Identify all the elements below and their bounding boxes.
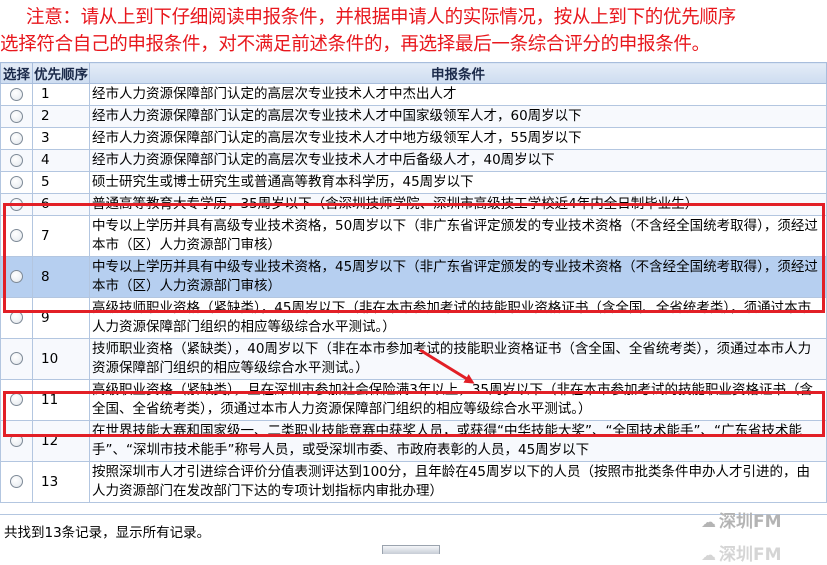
radio-button[interactable] <box>10 109 23 123</box>
select-cell[interactable] <box>0 149 33 172</box>
conditions-table: 选择 优先顺序 申报条件 1 经市人力资源保障部门认定的高层次专业技术人才中杰出… <box>0 62 827 503</box>
select-cell[interactable] <box>0 379 33 421</box>
select-cell[interactable] <box>0 297 33 339</box>
priority-cell: 2 <box>32 105 90 128</box>
condition-cell: 普通高等教育大专学历，35周岁以下（含深圳技师学院、深圳市高级技工学校近4年内全… <box>89 193 827 216</box>
select-cell[interactable] <box>0 215 33 257</box>
radio-button[interactable] <box>10 270 23 283</box>
table-row[interactable]: 12 在世界技能大赛和国家级一、二类职业技能竞赛中获奖人员，或获得“中华技能大奖… <box>0 420 827 462</box>
radio-button[interactable] <box>10 131 23 145</box>
condition-cell: 中专以上学历并具有高级专业技术资格，50周岁以下（非广东省评定颁发的专业技术资格… <box>89 215 827 257</box>
radio-button[interactable] <box>10 153 23 167</box>
select-cell[interactable] <box>0 338 33 380</box>
priority-cell: 8 <box>32 256 90 298</box>
watermark-faded: ☁ 深圳FM <box>701 540 782 565</box>
table-row[interactable]: 11 高级职业资格（紧缺类），且在深圳市参加社会保险满3年以上，35周岁以下（非… <box>0 379 827 421</box>
notice-line-1: 注意：请从上到下仔细阅读申报条件，并根据申请人的实际情况，按从上到下的优先顺序 <box>26 7 736 28</box>
wechat-icon: ☁ <box>701 546 716 564</box>
select-cell[interactable] <box>0 83 33 106</box>
condition-cell: 经市人力资源保障部门认定的高层次专业技术人才中杰出人才 <box>89 83 827 106</box>
table-row[interactable]: 6 普通高等教育大专学历，35周岁以下（含深圳技师学院、深圳市高级技工学校近4年… <box>0 193 827 216</box>
table-row-highlighted[interactable]: 8 中专以上学历并具有中级专业技术资格，45周岁以下（非广东省评定颁发的专业技术… <box>0 256 827 298</box>
priority-cell: 9 <box>32 297 90 339</box>
table-row[interactable]: 10 技师职业资格（紧缺类），40周岁以下（非在本市参加考试的技能职业资格证书（… <box>0 338 827 380</box>
condition-cell: 高级职业资格（紧缺类），且在深圳市参加社会保险满3年以上，35周岁以下（非在本市… <box>89 379 827 421</box>
radio-button[interactable] <box>10 311 23 324</box>
table-row[interactable]: 9 高级技师职业资格（紧缺类），45周岁以下（非在本市参加考试的技能职业资格证书… <box>0 297 827 339</box>
priority-cell: 13 <box>32 461 90 503</box>
condition-cell: 经市人力资源保障部门认定的高层次专业技术人才中后备级人才，40周岁以下 <box>89 149 827 172</box>
watermark-text: 深圳FM <box>719 545 782 565</box>
radio-button[interactable] <box>10 393 23 406</box>
table-row[interactable]: 1 经市人力资源保障部门认定的高层次专业技术人才中杰出人才 <box>0 83 827 106</box>
priority-cell: 12 <box>32 420 90 462</box>
watermark-text: 深圳FM <box>719 512 782 532</box>
table-row[interactable]: 7 中专以上学历并具有高级专业技术资格，50周岁以下（非广东省评定颁发的专业技术… <box>0 215 827 257</box>
notice-banner: 注意：请从上到下仔细阅读申报条件，并根据申请人的实际情况，按从上到下的优先顺序 … <box>0 4 827 62</box>
table-row[interactable]: 13 按照深圳市人才引进综合评价分值表测评达到100分，且年龄在45周岁以下的人… <box>0 461 827 503</box>
select-cell[interactable] <box>0 171 33 194</box>
condition-cell: 技师职业资格（紧缺类），40周岁以下（非在本市参加考试的技能职业资格证书（含全国… <box>89 338 827 380</box>
condition-cell: 经市人力资源保障部门认定的高层次专业技术人才中国家级领军人才，60周岁以下 <box>89 105 827 128</box>
condition-cell: 经市人力资源保障部门认定的高层次专业技术人才中地方级领军人才，55周岁以下 <box>89 127 827 150</box>
select-cell[interactable] <box>0 105 33 128</box>
radio-button[interactable] <box>10 197 23 211</box>
record-count-text: 共找到13条记录，显示所有记录。 <box>4 525 211 541</box>
priority-cell: 11 <box>32 379 90 421</box>
priority-cell: 6 <box>32 193 90 216</box>
priority-cell: 1 <box>32 83 90 106</box>
radio-button[interactable] <box>10 475 23 488</box>
notice-line-2: 选择符合自己的申报条件，对不满足前述条件的，再选择最后一条综合评分的申报条件。 <box>0 34 710 55</box>
radio-button[interactable] <box>10 87 23 101</box>
radio-button[interactable] <box>10 229 23 242</box>
column-header-priority[interactable]: 优先顺序 <box>32 62 90 84</box>
select-cell[interactable] <box>0 127 33 150</box>
select-cell[interactable] <box>0 256 33 298</box>
table-row[interactable]: 4 经市人力资源保障部门认定的高层次专业技术人才中后备级人才，40周岁以下 <box>0 149 827 172</box>
priority-cell: 3 <box>32 127 90 150</box>
condition-cell: 硕士研究生或博士研究生或普通高等教育本科学历，45周岁以下 <box>89 171 827 194</box>
table-row[interactable]: 5 硕士研究生或博士研究生或普通高等教育本科学历，45周岁以下 <box>0 171 827 194</box>
wechat-icon: ☁ <box>701 513 716 531</box>
priority-cell: 7 <box>32 215 90 257</box>
priority-cell: 5 <box>32 171 90 194</box>
priority-cell: 4 <box>32 149 90 172</box>
condition-cell: 在世界技能大赛和国家级一、二类职业技能竞赛中获奖人员，或获得“中华技能大奖”、“… <box>89 420 827 462</box>
column-header-select[interactable]: 选择 <box>0 62 33 84</box>
column-header-condition[interactable]: 申报条件 <box>89 62 827 84</box>
next-button[interactable] <box>382 545 440 554</box>
condition-cell: 按照深圳市人才引进综合评价分值表测评达到100分，且年龄在45周岁以下的人员（按… <box>89 461 827 503</box>
condition-cell: 中专以上学历并具有中级专业技术资格，45周岁以下（非广东省评定颁发的专业技术资格… <box>89 256 827 298</box>
table-header-row: 选择 优先顺序 申报条件 <box>0 62 827 84</box>
radio-button[interactable] <box>10 175 23 189</box>
radio-button[interactable] <box>10 434 23 447</box>
select-cell[interactable] <box>0 193 33 216</box>
condition-cell: 高级技师职业资格（紧缺类），45周岁以下（非在本市参加考试的技能职业资格证书（含… <box>89 297 827 339</box>
priority-cell: 10 <box>32 338 90 380</box>
radio-button[interactable] <box>10 352 23 365</box>
select-cell[interactable] <box>0 420 33 462</box>
table-row[interactable]: 3 经市人力资源保障部门认定的高层次专业技术人才中地方级领军人才，55周岁以下 <box>0 127 827 150</box>
watermark: ☁ 深圳FM <box>701 507 782 532</box>
table-row[interactable]: 2 经市人力资源保障部门认定的高层次专业技术人才中国家级领军人才，60周岁以下 <box>0 105 827 128</box>
select-cell[interactable] <box>0 461 33 503</box>
